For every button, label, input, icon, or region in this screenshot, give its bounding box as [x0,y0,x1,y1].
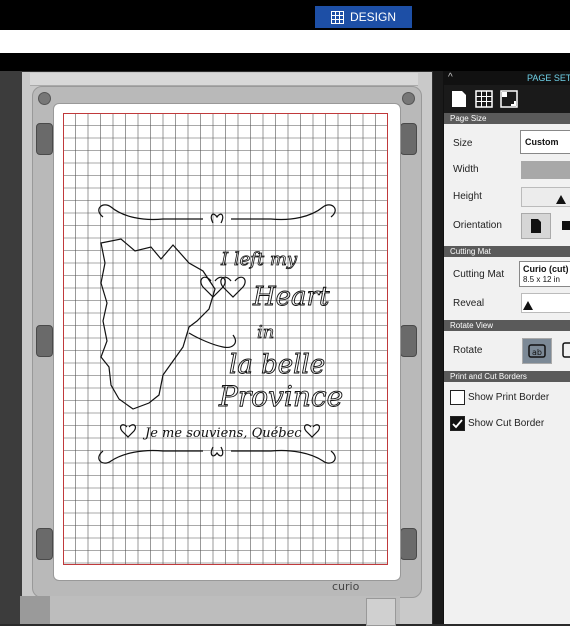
width-field[interactable] [521,161,570,179]
artwork-river [188,332,236,348]
cutter-top-rail [30,73,418,86]
section-rotate-view: Rotate View [444,320,570,331]
height-label: Height [453,191,482,202]
artwork-line-5: Province [218,380,343,413]
sub-toolbar [0,53,570,71]
artwork-flourish-top [98,204,336,224]
artwork-heart-footer-right [303,424,321,438]
design-tab[interactable]: DESIGN [315,6,412,28]
reveal-label: Reveal [453,298,485,309]
clamp-left-bottom [36,528,53,560]
rotate-button[interactable]: ab [522,338,552,364]
screw-icon [38,92,51,105]
brand-logo: curio [332,580,360,593]
rotate-alt-icon [562,342,570,358]
checkmark-icon [452,419,463,429]
cutter-foot-right [366,598,396,626]
show-cut-border-checkbox[interactable] [450,416,465,431]
rotate-alt-button[interactable] [560,338,570,364]
section-page-size: Page Size [444,113,570,124]
grid-icon[interactable] [474,89,494,109]
show-print-border-checkbox[interactable] [450,390,465,405]
panel-title: PAGE SETU [527,73,570,83]
height-slider[interactable] [521,187,570,207]
clamp-left-top [36,123,53,155]
reveal-slider[interactable] [521,293,570,313]
clamp-left-middle [36,325,53,357]
rotate-icon: ab [528,344,546,358]
cutting-mat-select[interactable]: Curio (cut) 8.5 x 12 in [519,261,570,287]
svg-text:ab: ab [532,348,542,357]
top-bar: DESIGN [0,0,570,30]
height-slider-thumb[interactable] [556,195,566,204]
landscape-page-icon [562,221,570,230]
clamp-right-bottom [400,528,417,560]
artwork-line-2: Heart [252,282,330,312]
artwork-line-4: la belle [229,350,325,380]
grid-icon [330,10,344,24]
show-print-border-label: Show Print Border [468,392,550,403]
show-cut-border-label: Show Cut Border [468,418,545,429]
toolbar [0,30,570,53]
artwork-line-1: I left my [220,249,298,270]
screw-icon [402,92,415,105]
section-cutting-mat: Cutting Mat [444,246,570,257]
reveal-slider-thumb[interactable] [523,301,533,310]
page-setup-panel: ^ PAGE SETU Page Size Size Custom Width … [443,71,570,624]
panel-header: ^ PAGE SETU [444,71,570,85]
cutter-base [50,596,400,624]
rotate-label: Rotate [453,345,483,356]
size-select[interactable]: Custom [520,130,570,154]
grid-lines [63,113,388,565]
panel-tabs [444,85,570,113]
design-tab-label: DESIGN [349,10,396,24]
cutter-foot-left [20,596,50,624]
mat-grid[interactable]: I left my Heart in la belle Province Je … [63,113,388,565]
canvas-gutter [433,71,443,624]
width-label: Width [453,164,479,175]
size-label: Size [453,138,473,149]
page-icon[interactable] [449,89,469,109]
mat-size: 8.5 x 12 in [523,275,560,284]
artwork-line-3: in [257,322,274,343]
chevron-up-icon[interactable]: ^ [448,72,453,83]
artwork-flourish-bottom [98,446,336,464]
left-strip [0,71,22,624]
section-print-cut-borders: Print and Cut Borders [444,371,570,382]
artwork [98,204,336,464]
clamp-right-middle [400,325,417,357]
orientation-label: Orientation [453,220,502,231]
mat-name: Curio (cut) [523,264,569,274]
registration-marks-icon[interactable] [499,89,519,109]
portrait-page-icon [531,219,541,233]
orientation-portrait-button[interactable] [521,213,551,239]
artwork-map [100,238,216,410]
artwork-footer: Je me souviens, Québec [142,426,302,441]
clamp-right-top [400,123,417,155]
artwork-heart-footer-left [119,424,137,438]
orientation-landscape-button[interactable] [555,213,570,239]
cutting-mat-label: Cutting Mat [453,269,505,280]
